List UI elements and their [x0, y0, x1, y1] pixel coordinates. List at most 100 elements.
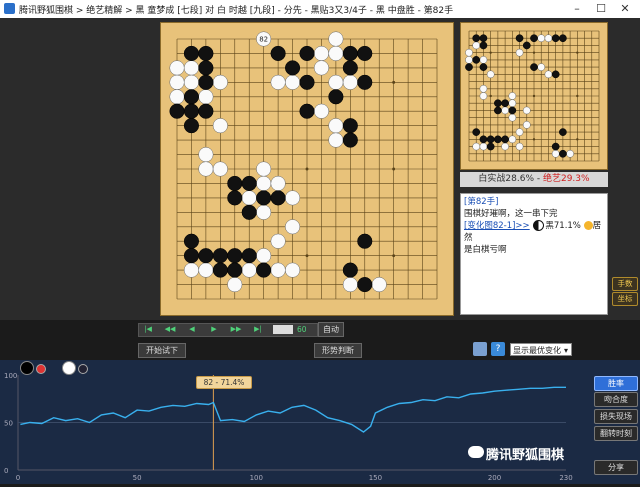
white-stone — [472, 41, 481, 50]
black-stone — [198, 248, 214, 264]
winrate-separator: - — [534, 174, 543, 184]
white-stone — [256, 248, 272, 264]
black-stone — [530, 63, 538, 71]
black-stone — [342, 118, 358, 134]
white-stone — [169, 60, 185, 76]
black-stone — [342, 45, 358, 61]
auto-play-button[interactable]: 自动 — [318, 322, 344, 337]
comment-variation: [变化图82-1]>> 黑71.1% 居然 — [464, 220, 604, 244]
emoji-icon — [583, 221, 593, 230]
star-point — [576, 138, 579, 141]
black-stone — [465, 63, 473, 71]
hands-button[interactable]: 手数 — [612, 277, 638, 291]
black-stone — [472, 34, 481, 43]
black-stone — [559, 128, 567, 136]
close-button[interactable]: ✕ — [614, 1, 636, 17]
black-stone — [299, 74, 315, 90]
black-stone — [241, 175, 257, 191]
tab-blunder[interactable]: 损失现场 — [594, 409, 638, 424]
next-button[interactable]: ▶ — [207, 325, 221, 334]
white-ai-filter-icon[interactable] — [78, 364, 88, 374]
black-stone — [551, 34, 560, 43]
last-move-button[interactable]: ▶| — [251, 325, 265, 334]
white-stone — [285, 219, 301, 235]
coord-button[interactable]: 坐标 — [612, 292, 638, 306]
black-ai-filter-icon[interactable] — [36, 364, 46, 374]
x-tick-label: 0 — [16, 474, 20, 482]
white-stone — [313, 45, 329, 61]
comment-text: 围棋好璀啊，这一串下完 — [464, 209, 558, 219]
white-stone — [501, 106, 509, 115]
black-stone — [256, 262, 272, 278]
variation-select-value: 显示最优变化 — [513, 346, 561, 355]
white-stone — [285, 74, 301, 90]
move-number: 60 — [297, 325, 307, 334]
winrate-chart-svg: 100 50 00 50 100 150 200 230 — [4, 372, 573, 482]
white-stone — [342, 74, 358, 90]
black-stone — [227, 190, 243, 206]
black-stone — [494, 99, 502, 108]
mini-board[interactable] — [460, 22, 608, 170]
judge-button[interactable]: 形势判断 — [314, 343, 362, 358]
black-stone — [227, 175, 243, 191]
black-stone — [299, 103, 315, 119]
first-move-button[interactable]: |◀ — [141, 325, 155, 334]
white-stone — [183, 74, 199, 90]
white-stone — [198, 262, 214, 278]
ai-winrate: 绝艺29.3% — [542, 174, 590, 184]
tab-share[interactable]: 分享 — [594, 460, 638, 475]
watermark: 腾讯野狐围棋 — [486, 448, 565, 463]
winrate-line — [20, 386, 566, 433]
go-board-grid[interactable]: 82 — [161, 23, 453, 315]
prev-button[interactable]: ◀ — [185, 325, 199, 334]
maximize-button[interactable]: ☐ — [590, 1, 612, 17]
star-point — [532, 94, 536, 98]
black-stone — [551, 70, 560, 79]
black-stone — [270, 45, 286, 61]
white-stone-filter-icon[interactable] — [62, 361, 76, 375]
black-stone — [198, 60, 214, 76]
go-board[interactable]: 82 — [160, 22, 454, 316]
comment-move: [第82手] — [464, 197, 499, 207]
x-tick-label: 150 — [369, 474, 382, 482]
white-stone — [227, 277, 243, 293]
black-stone — [227, 248, 243, 264]
next5-button[interactable]: ▶▶ — [229, 325, 243, 334]
black-stone — [299, 45, 315, 61]
white-stone — [212, 74, 228, 90]
black-stone — [183, 118, 199, 134]
minimize-button[interactable]: – — [566, 1, 588, 17]
black-stone — [479, 135, 488, 144]
help-icon[interactable]: ? — [491, 342, 505, 356]
black-stone — [183, 103, 199, 119]
black-stone — [169, 103, 185, 119]
black-stone-filter-icon[interactable] — [20, 361, 34, 375]
variation-link[interactable]: [变化图82-1]>> — [464, 221, 530, 231]
prev5-button[interactable]: ◀◀ — [163, 325, 177, 334]
white-stone — [328, 132, 344, 148]
variation-select[interactable]: 显示最优变化 ▾ — [510, 343, 572, 356]
black-stone — [494, 135, 502, 144]
move-slider[interactable] — [273, 325, 293, 334]
tab-turning[interactable]: 翻转时刻 — [594, 426, 638, 441]
black-stone — [212, 262, 228, 278]
start-trial-button[interactable]: 开始试下 — [138, 343, 186, 358]
white-stone — [486, 70, 495, 79]
black-stone — [357, 74, 373, 90]
white-stone — [183, 262, 199, 278]
tab-match[interactable]: 吻合度 — [594, 392, 638, 407]
thumbs-up-icon[interactable] — [473, 342, 487, 356]
star-point — [305, 167, 309, 171]
black-stone — [551, 142, 560, 151]
winrate-chart: 100 50 0 0 50 100 150 200 230 — [0, 360, 640, 484]
white-stone — [328, 31, 344, 47]
black-stone — [479, 34, 488, 43]
black-rate: 黑71.1% — [545, 221, 581, 231]
black-stone — [285, 60, 301, 76]
black-stone — [515, 34, 524, 43]
black-stone — [479, 63, 488, 71]
star-point — [392, 254, 396, 258]
mini-board-grid[interactable] — [461, 23, 607, 169]
tab-winrate[interactable]: 胜率 — [594, 376, 638, 391]
black-stone — [241, 248, 257, 264]
